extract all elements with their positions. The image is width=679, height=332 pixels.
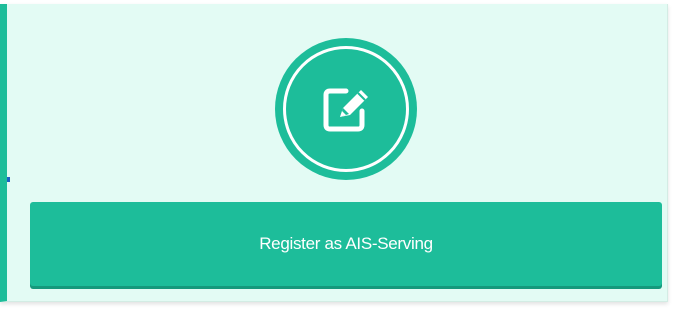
edit-icon (323, 88, 368, 132)
register-ais-serving-button[interactable]: Register as AIS-Serving (30, 202, 662, 286)
edge-marker (7, 177, 10, 182)
edit-icon-badge (275, 38, 417, 180)
register-card: Register as AIS-Serving (0, 4, 668, 302)
